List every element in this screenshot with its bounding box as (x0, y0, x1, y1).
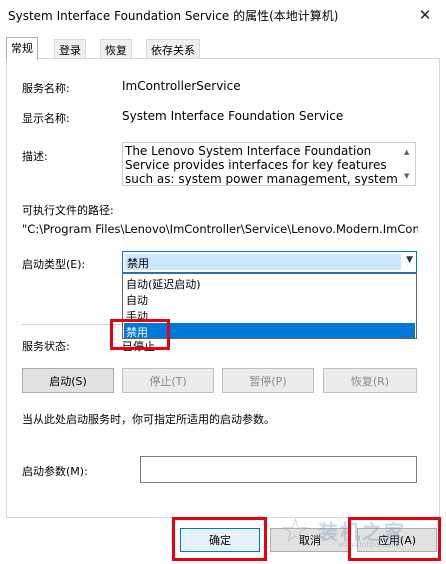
tab-strip: 常规 登录 恢复 依存关系 (6, 37, 440, 60)
path-label: 可执行文件的路径: (22, 204, 114, 217)
service-name-label: 服务名称: (22, 82, 70, 95)
tab-logon[interactable]: 登录 (54, 39, 86, 59)
path-value: "C:\Program Files\Lenovo\ImController\Se… (22, 222, 418, 236)
description-textbox[interactable]: The Lenovo System Interface Foundation S… (122, 142, 416, 186)
tab-dependencies[interactable]: 依存关系 (146, 39, 200, 59)
description-text: The Lenovo System Interface Foundation S… (125, 144, 398, 186)
service-status-label: 服务状态: (22, 340, 70, 353)
watermark-star-icon: ☆ (280, 511, 311, 551)
resume-button[interactable]: 恢复(R) (323, 368, 417, 393)
ok-button[interactable]: 确定 (180, 528, 260, 552)
scroll-up-icon[interactable]: ▲ (404, 145, 409, 159)
tab-general[interactable]: 常规 (6, 37, 38, 60)
stop-button[interactable]: 停止(T) (122, 368, 214, 393)
start-button[interactable]: 启动(S) (22, 368, 114, 393)
dropdown-item-disabled[interactable]: 禁用 (124, 323, 415, 339)
start-params-hint: 当从此处启动服务时，你可指定所适用的启动参数。 (22, 413, 275, 426)
chevron-down-icon[interactable]: ▼ (406, 255, 413, 265)
pause-button[interactable]: 暂停(P) (222, 368, 314, 393)
startup-type-label: 启动类型(E): (22, 258, 86, 271)
tab-recovery[interactable]: 恢复 (100, 39, 132, 59)
watermark-logo: ☆ 装机之家 www.lotpc.com (278, 514, 438, 554)
service-status-value: 已停止 (122, 340, 155, 353)
display-name-value: System Interface Foundation Service (122, 109, 344, 123)
description-label: 描述: (22, 150, 48, 163)
scroll-down-icon[interactable]: ▼ (404, 169, 409, 183)
start-params-input[interactable] (140, 456, 417, 483)
description-scrollbar[interactable]: ▲ ▼ (402, 143, 415, 185)
start-params-label: 启动参数(M): (22, 465, 88, 478)
dropdown-item-auto-delayed[interactable]: 自动(延迟启动) (124, 275, 415, 291)
dropdown-item-auto[interactable]: 自动 (124, 291, 415, 307)
service-name-value: ImControllerService (122, 79, 241, 93)
watermark-url: www.lotpc.com (338, 540, 399, 549)
window-title: System Interface Foundation Service 的属性(… (8, 9, 339, 23)
startup-type-selected: 禁用 (125, 254, 401, 270)
display-name-label: 显示名称: (22, 112, 70, 125)
close-icon[interactable]: ✕ (408, 2, 442, 28)
title-bar: System Interface Foundation Service 的属性(… (0, 0, 446, 30)
dropdown-item-manual[interactable]: 手动 (124, 307, 415, 323)
startup-type-dropdown: 自动(延迟启动) 自动 手动 禁用 (122, 273, 417, 339)
startup-type-select[interactable]: 禁用 ▼ (122, 251, 417, 273)
